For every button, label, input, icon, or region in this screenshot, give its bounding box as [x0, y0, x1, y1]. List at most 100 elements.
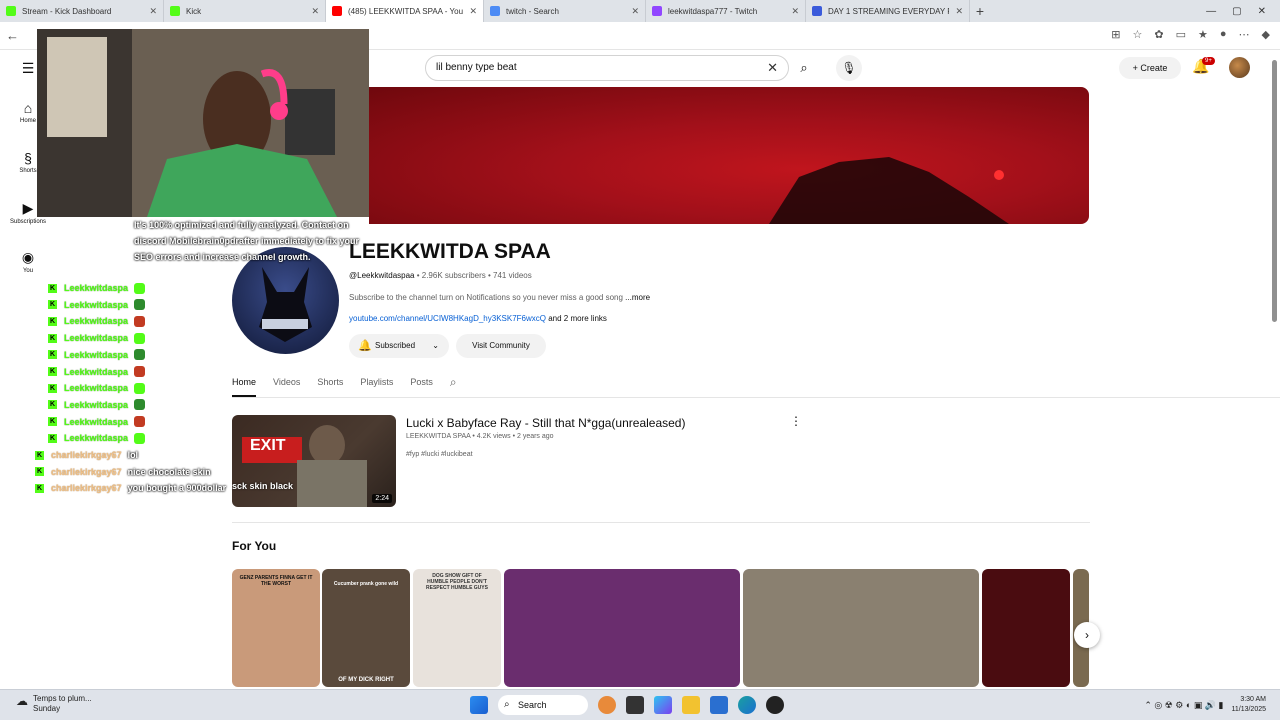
edge-icon[interactable]: [738, 696, 756, 714]
emote-icon: [134, 299, 146, 311]
shelf-card[interactable]: DOG SHOW GIFT OF HUMBLE PEOPLE DON'T RES…: [413, 569, 501, 687]
back-arrow-icon[interactable]: ←: [6, 28, 19, 43]
tab-playlists[interactable]: Playlists: [360, 372, 393, 397]
chat-username: Leekkwitdaspa: [64, 349, 129, 360]
close-tab-icon[interactable]: ✕: [791, 6, 799, 17]
featured-video-title[interactable]: Lucki x Babyface Ray - Still that N*gga(…: [406, 416, 685, 430]
chat-line: K Leekkwitdaspa: [48, 381, 146, 395]
browser-tab[interactable]: Kick ✕: [164, 0, 326, 22]
shelf-card[interactable]: [743, 569, 979, 687]
scrollbar-thumb[interactable]: [1272, 60, 1277, 322]
shelf-card[interactable]: [504, 569, 740, 687]
app-icon[interactable]: ⊞: [1111, 28, 1120, 41]
guide-you[interactable]: ◉ You: [0, 249, 56, 274]
clock-date: 11/13/2025: [1231, 706, 1266, 713]
browser-tab[interactable]: DAY 1 STREAMING EVERYDAY FO ✕: [806, 0, 970, 22]
search-button[interactable]: ⌕: [790, 55, 818, 81]
video-duration: 2:24: [372, 494, 392, 503]
tab-videos[interactable]: Videos: [273, 372, 300, 397]
close-tab-icon[interactable]: ✕: [311, 6, 319, 17]
chat-username: Leekkwitdaspa: [64, 333, 129, 344]
shelf-card[interactable]: [982, 569, 1070, 687]
account-avatar[interactable]: [1229, 57, 1250, 78]
file-explorer-icon[interactable]: [682, 696, 700, 714]
visit-community-button[interactable]: Visit Community: [456, 334, 546, 358]
voice-search-button[interactable]: 🎙: [836, 55, 862, 81]
channel-links: youtube.com/channel/UCIW8HKagD_hy3KSK7F6…: [349, 314, 607, 323]
taskbar-search[interactable]: ⌕ Search: [498, 695, 588, 715]
chat-line: Kcharliekirkgay67 you bought a 900dollar: [35, 481, 226, 495]
browser-tab-bar: Stream - Kick Dashboard ✕ Kick ✕ (485) LEEKK…: [0, 0, 1280, 22]
tab-title: Kick: [186, 6, 202, 16]
start-icon[interactable]: [470, 696, 488, 714]
search-input[interactable]: lil benny type beat ✕: [425, 55, 789, 81]
minimize-icon[interactable]: —: [1206, 6, 1216, 17]
kick-badge-icon: K: [48, 417, 57, 427]
close-tab-icon[interactable]: ✕: [955, 6, 963, 17]
more-link[interactable]: ...more: [625, 293, 650, 302]
chat-username: Leekkwitdaspa: [64, 416, 129, 427]
extensions-icon[interactable]: ✿: [1154, 28, 1163, 41]
section-divider: [232, 522, 1090, 523]
weather-title: Temps to plum...: [33, 694, 92, 703]
close-tab-icon[interactable]: ✕: [631, 6, 639, 17]
create-button[interactable]: + Create: [1119, 57, 1181, 79]
clear-search-icon[interactable]: ✕: [767, 56, 778, 80]
featured-video-tags[interactable]: #fyp #lucki #luckibeat: [406, 451, 473, 458]
close-tab-icon[interactable]: ✕: [149, 6, 157, 17]
browser-tab[interactable]: (485) LEEKKWITDA SPAA - YouTub ✕: [326, 0, 484, 22]
task-view-icon[interactable]: [626, 696, 644, 714]
chat-line: K Leekkwitdaspa: [48, 348, 146, 362]
emote-icon: [134, 332, 146, 344]
widget-icon[interactable]: [598, 696, 616, 714]
more-actions-icon[interactable]: ⋮: [790, 414, 802, 428]
channel-banner: [369, 87, 1089, 224]
more-icon[interactable]: ⋯: [1239, 28, 1250, 41]
shelf-next-button[interactable]: ›: [1074, 622, 1100, 648]
weather-icon: ☁: [16, 694, 28, 708]
featured-video-thumbnail[interactable]: EXIT sck skin black 2:24: [232, 415, 396, 507]
weather-widget[interactable]: ☁ Temps to plum... Sunday: [16, 694, 92, 714]
favorites-icon[interactable]: ★: [1198, 28, 1208, 41]
copilot-icon[interactable]: ◆: [1262, 28, 1270, 41]
profile-icon[interactable]: ●: [1220, 28, 1227, 41]
browser-tab[interactable]: Stream - Kick Dashboard ✕: [0, 0, 164, 22]
shelf-card[interactable]: Cucumber prank gone wild OF MY DICK RIGH…: [322, 569, 410, 687]
channel-url-link[interactable]: youtube.com/channel/UCIW8HKagD_hy3KSK7F6…: [349, 314, 546, 323]
emote-icon: [134, 366, 146, 377]
shelf-card[interactable]: GENZ PARENTS FINNA GET IT THE WORST: [232, 569, 320, 687]
chat-line: K Leekkwitdaspa: [48, 431, 146, 445]
channel-description[interactable]: Subscribe to the channel turn on Notific…: [349, 293, 650, 302]
chat-message: nice chocolate skin: [127, 466, 211, 477]
store-icon[interactable]: [710, 696, 728, 714]
browser-tab[interactable]: leekwitdaspa777 - Twitch ✕: [646, 0, 806, 22]
chat-line: K Leekkwitdaspa: [48, 298, 146, 312]
chat-username: Leekkwitdaspa: [64, 283, 129, 293]
browser-tab[interactable]: twitch - Search ✕: [484, 0, 646, 22]
card-text: DOG SHOW GIFT OF HUMBLE PEOPLE DON'T RES…: [426, 573, 488, 591]
webcam-overlay: [37, 29, 369, 217]
tray-icons[interactable]: ⌃ ◎ ☢ ⚙ ◐ ▣ 🔊 ▮: [1144, 700, 1223, 711]
clock[interactable]: 3:30 AM 11/13/2025: [1231, 695, 1266, 715]
maximize-icon[interactable]: ▢: [1232, 6, 1241, 17]
close-tab-icon[interactable]: ✕: [469, 6, 477, 17]
tab-home[interactable]: Home: [232, 372, 257, 397]
kick-badge-icon: K: [48, 400, 57, 410]
emote-icon: [134, 349, 146, 361]
sidebar-icon[interactable]: ▭: [1176, 28, 1186, 41]
recording-app-icon[interactable]: [766, 696, 784, 714]
chat-line: Kcharliekirkgay67 lol: [35, 448, 138, 462]
page-scrollbar[interactable]: [1270, 50, 1278, 687]
new-tab-button[interactable]: +: [970, 3, 990, 19]
tab-title: (485) LEEKKWITDA SPAA - YouTub: [348, 6, 464, 16]
copilot-app-icon[interactable]: [654, 696, 672, 714]
notification-badge: 9+: [1202, 57, 1215, 65]
subscribed-button[interactable]: 🔔 Subscribed ⌄: [349, 334, 449, 358]
more-links[interactable]: and 2 more links: [546, 314, 607, 323]
tab-posts[interactable]: Posts: [410, 372, 433, 397]
channel-search-icon[interactable]: ⌕: [450, 372, 457, 397]
star-icon[interactable]: ☆: [1133, 28, 1143, 41]
tab-shorts[interactable]: Shorts: [317, 372, 343, 397]
close-window-icon[interactable]: ✕: [1258, 6, 1266, 17]
chat-line: Kcharliekirkgay67 nice chocolate skin: [35, 465, 211, 479]
